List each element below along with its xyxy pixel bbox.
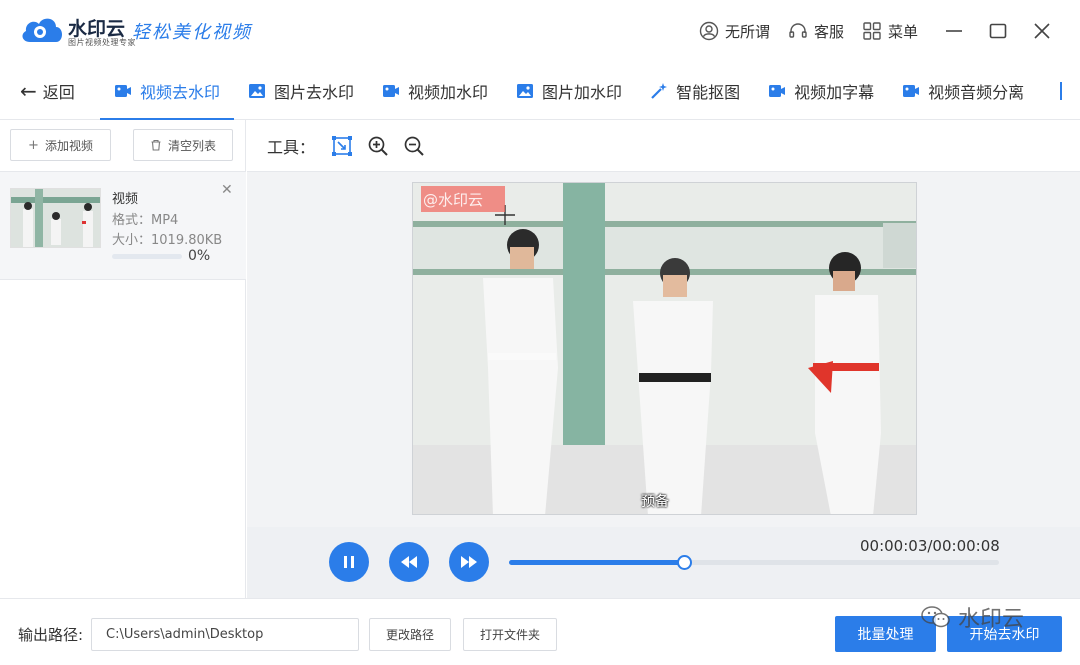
feature-tab-bar: ← 返回 视频去水印 图片去水印 视频加水印 图片加水印 智能抠图 视频加字幕 … [0, 62, 1080, 120]
close-icon [1034, 23, 1050, 39]
video-icon [769, 84, 786, 97]
rewind-button[interactable] [389, 542, 429, 582]
file-list-panel: + 添加视频 清空列表 视频 格式：MP4 大小：1019.80KB 0% ✕ [0, 120, 246, 598]
back-button[interactable]: ← 返回 [0, 79, 100, 103]
tab-label: 智能抠图 [676, 82, 741, 102]
output-path-label: 输出路径: [18, 626, 84, 644]
seek-bar[interactable] [509, 555, 999, 570]
add-video-label: 添加视频 [44, 138, 93, 153]
fast-forward-icon [461, 556, 477, 568]
user-account-button[interactable]: 无所谓 [699, 21, 770, 42]
seek-bar-fill [509, 560, 686, 565]
video-thumbnail [10, 188, 101, 248]
seek-bar-handle[interactable] [677, 555, 693, 570]
clear-list-label: 清空列表 [167, 138, 216, 153]
zoom-out-tool[interactable] [401, 133, 427, 159]
video-icon [903, 84, 920, 97]
output-path-input[interactable] [91, 618, 359, 651]
add-video-button[interactable]: + 添加视频 [10, 129, 111, 161]
maximize-button[interactable] [980, 13, 1016, 49]
wechat-icon [921, 606, 950, 628]
tools-label: 工具： [267, 137, 316, 157]
tab-image-remove-watermark[interactable]: 图片去水印 [234, 62, 368, 120]
tools-toolbar: 工具： [247, 120, 1080, 172]
fast-forward-button[interactable] [449, 542, 489, 582]
clear-list-button[interactable]: 清空列表 [133, 129, 233, 161]
title-bar: 水印云 图片视频处理专家 轻松美化视频 无所谓 客服 菜单 [0, 0, 1080, 62]
tab-label: 图片去水印 [274, 82, 355, 102]
playback-time: 00:00:03/00:00:08 [860, 537, 1000, 555]
zoom-out-icon [404, 136, 424, 156]
brand-subtitle: 图片视频处理专家 [68, 38, 136, 47]
grid-menu-icon [863, 22, 881, 40]
pause-icon [344, 556, 354, 568]
video-scene-image [413, 183, 916, 514]
menu-label: 菜单 [887, 22, 918, 41]
rewind-icon [401, 556, 417, 568]
service-label: 客服 [813, 22, 844, 41]
arrow-left-icon: ← [20, 78, 37, 103]
watermark-text: @水印云 [423, 191, 484, 209]
close-button[interactable] [1024, 13, 1060, 49]
output-bar: 输出路径: 更改路径 打开文件夹 批量处理 开始去水印 水印云 [0, 598, 1080, 665]
tab-label: 视频加字幕 [794, 82, 875, 102]
wechat-account-name: 水印云 [958, 607, 1025, 632]
headset-icon [789, 23, 807, 38]
magic-wand-icon [651, 82, 668, 99]
user-label: 无所谓 [724, 22, 770, 41]
image-icon [517, 83, 534, 98]
tab-scroll-indicator[interactable] [1060, 82, 1062, 100]
tab-label: 图片加水印 [542, 82, 623, 102]
plus-icon: + [28, 137, 39, 153]
video-frame[interactable]: @水印云 预备 [412, 182, 917, 515]
customer-service-button[interactable]: 客服 [788, 21, 844, 42]
tab-video-add-watermark[interactable]: 视频加水印 [368, 62, 502, 120]
open-folder-button[interactable]: 打开文件夹 [463, 618, 557, 651]
select-region-tool[interactable] [329, 133, 355, 159]
file-format: 格式：MP4 [112, 213, 179, 228]
back-label: 返回 [42, 82, 75, 102]
image-icon [249, 83, 266, 98]
pause-button[interactable] [329, 542, 369, 582]
tab-video-remove-watermark[interactable]: 视频去水印 [100, 62, 235, 120]
file-progress-bar [112, 254, 182, 259]
tab-label: 视频音频分离 [928, 82, 1025, 102]
tab-video-add-subtitles[interactable]: 视频加字幕 [754, 62, 888, 120]
minimize-icon [946, 30, 962, 32]
file-progress-text: 0% [188, 248, 211, 264]
menu-button[interactable]: 菜单 [862, 21, 918, 42]
cloud-logo-icon [22, 18, 62, 42]
remove-file-icon[interactable]: ✕ [221, 182, 233, 198]
file-name: 视频 [112, 192, 139, 207]
tab-video-audio-separation[interactable]: 视频音频分离 [888, 62, 1038, 120]
user-icon [699, 21, 719, 41]
tab-label: 视频去水印 [140, 82, 221, 102]
zoom-in-tool[interactable] [365, 133, 391, 159]
player-controls: 00:00:03/00:00:08 [247, 527, 1080, 598]
file-size: 大小：1019.80KB [112, 233, 223, 248]
select-region-icon [332, 135, 353, 156]
tab-smart-cutout[interactable]: 智能抠图 [636, 62, 754, 120]
maximize-icon [989, 23, 1007, 39]
list-item[interactable]: 视频 格式：MP4 大小：1019.80KB 0% ✕ [0, 172, 246, 280]
trash-icon [151, 139, 161, 151]
zoom-in-icon [368, 136, 388, 156]
preview-canvas: @水印云 预备 [247, 172, 1080, 527]
minimize-button[interactable] [936, 13, 972, 49]
preview-area: 工具： @水印云 预备 00:00:03/00:00:08 [247, 120, 1080, 598]
tab-image-add-watermark[interactable]: 图片加水印 [502, 62, 636, 120]
video-icon [115, 84, 131, 97]
wechat-watermark: 水印云 [920, 601, 1024, 633]
change-path-button[interactable]: 更改路径 [369, 618, 451, 651]
brand-slogan: 轻松美化视频 [132, 22, 252, 43]
tab-label: 视频加水印 [408, 82, 489, 102]
video-subtitle: 预备 [641, 494, 669, 510]
video-icon [383, 84, 400, 97]
